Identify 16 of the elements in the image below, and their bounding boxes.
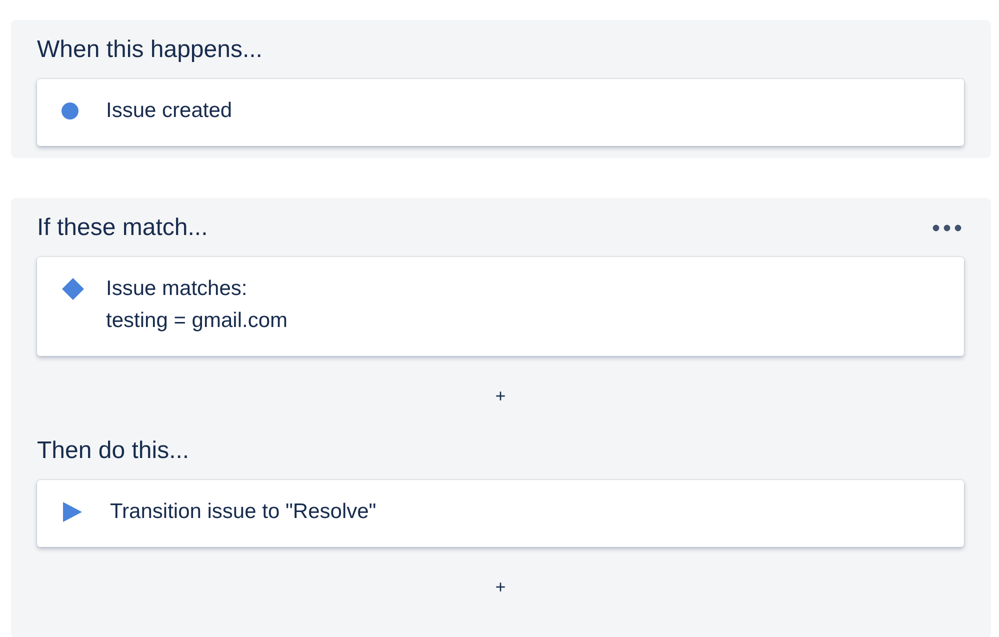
card-text: Transition issue to "Resolve"	[110, 499, 376, 525]
add-button[interactable]: +	[489, 384, 512, 409]
rule-card[interactable]: Issue created	[37, 79, 964, 146]
more-icon[interactable]	[932, 224, 962, 232]
add-button[interactable]: +	[489, 575, 512, 600]
card-text: Issue matches:	[106, 276, 248, 302]
card-text: Issue created	[106, 98, 232, 124]
diamond-icon	[61, 277, 85, 301]
section-title: If these match...	[37, 214, 208, 242]
play-icon	[61, 501, 83, 523]
card-text: testing = gmail.com	[106, 308, 288, 334]
circle-icon	[61, 102, 79, 120]
rule-card[interactable]: Issue matches: testing = gmail.com	[37, 257, 964, 356]
section-title: When this happens...	[37, 36, 262, 64]
rule-card[interactable]: Transition issue to "Resolve"	[37, 480, 964, 547]
section-title: Then do this...	[37, 437, 190, 465]
